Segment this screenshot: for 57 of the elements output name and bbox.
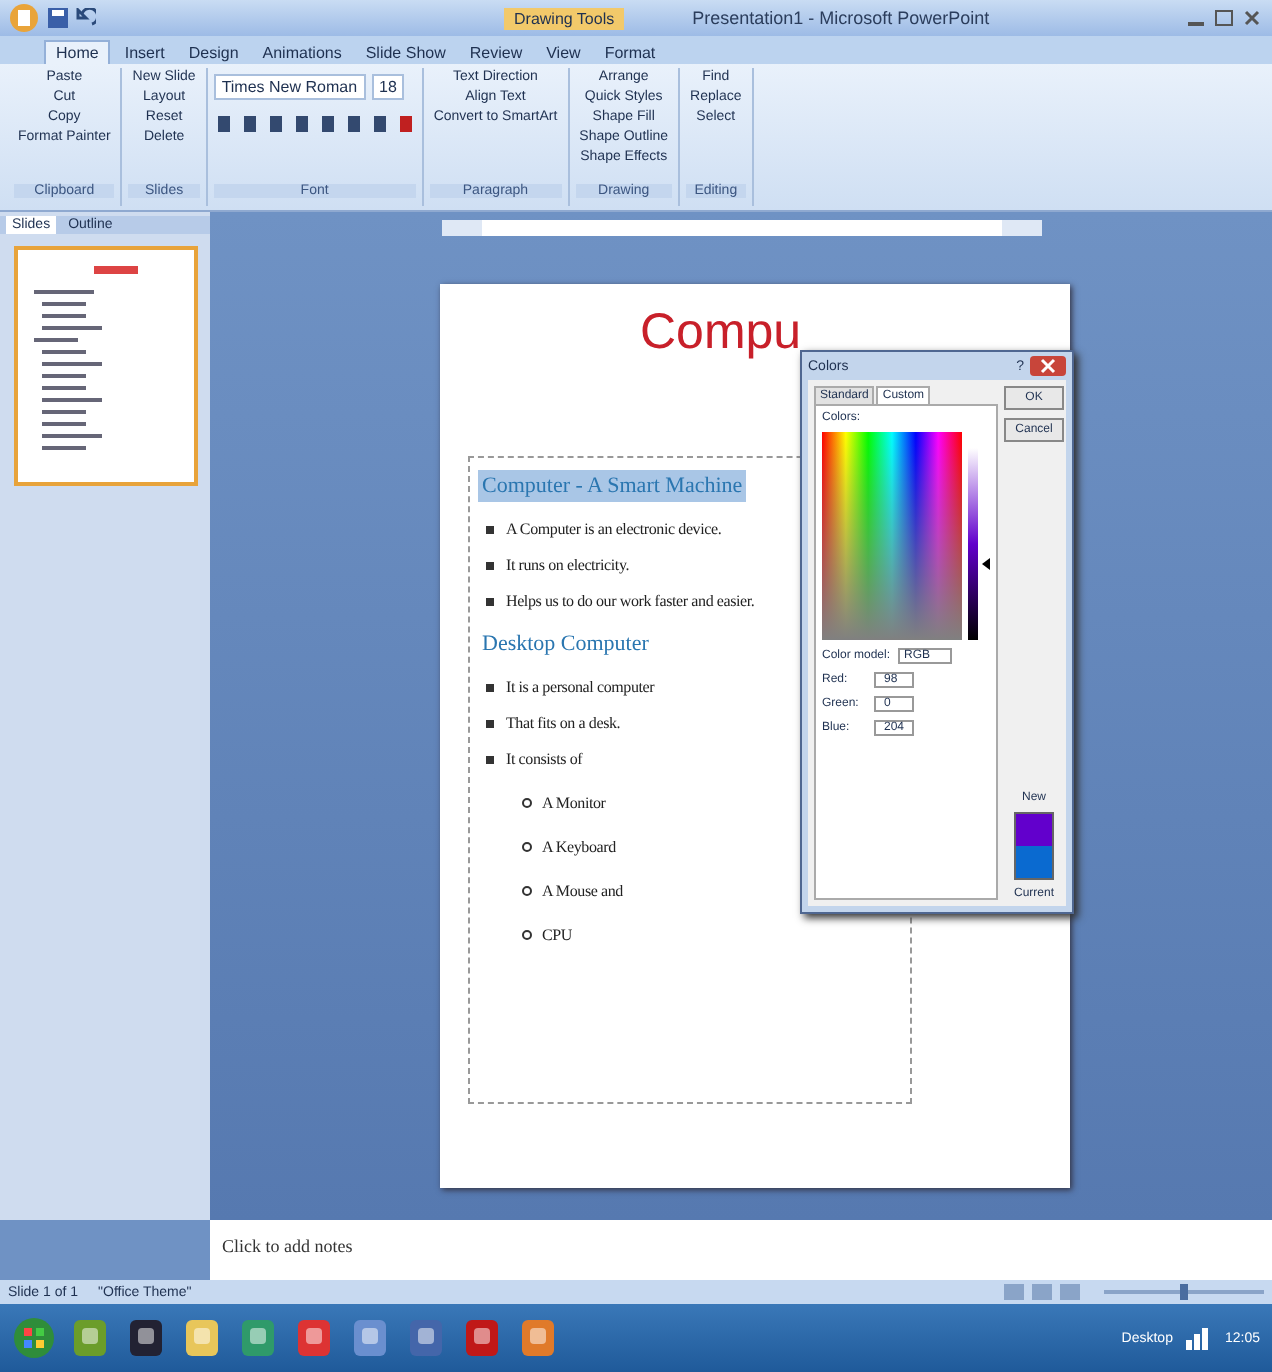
folder-icon[interactable] xyxy=(180,1316,224,1360)
ribbon-tab[interactable]: Review xyxy=(459,42,533,64)
notes-field[interactable]: Click to add notes xyxy=(210,1220,1272,1280)
app-icon[interactable] xyxy=(236,1316,280,1360)
slide-title: Compu xyxy=(640,304,802,362)
slide-heading: Computer - A Smart Machine xyxy=(478,470,747,502)
bullet-text: Helps us to do our work faster and easier. xyxy=(506,592,755,610)
save-icon[interactable] xyxy=(48,8,68,28)
document-icon[interactable] xyxy=(348,1316,392,1360)
bullet-text: A Keyboard xyxy=(542,838,616,856)
media-icon[interactable] xyxy=(124,1316,168,1360)
bullet-icon xyxy=(486,561,494,569)
bullet-text: A Mouse and xyxy=(542,882,623,900)
bullet-text: It is a personal computer xyxy=(506,678,655,696)
new-color-swatch xyxy=(1016,814,1052,846)
ribbon-tab[interactable]: Design xyxy=(178,42,249,64)
font-name-field[interactable]: Times New Roman xyxy=(213,74,366,100)
bullet-icon xyxy=(486,597,494,605)
close-icon[interactable] xyxy=(1030,356,1066,376)
office-logo-icon xyxy=(8,2,40,34)
browser-icon[interactable] xyxy=(292,1316,336,1360)
close-icon[interactable] xyxy=(1240,8,1264,28)
bullet-text: A Computer is an electronic device. xyxy=(506,520,722,538)
context-tab-label: Drawing Tools xyxy=(504,7,625,29)
bullet-icon xyxy=(522,886,532,896)
maximize-icon[interactable] xyxy=(1212,8,1236,28)
bullet-icon xyxy=(522,798,532,808)
ribbon-tab[interactable]: Insert xyxy=(114,42,175,64)
window-title: Presentation1 - Microsoft PowerPoint xyxy=(692,8,990,28)
bullet-icon xyxy=(522,930,532,940)
bullet-text: It consists of xyxy=(506,750,583,768)
bullet-text: That fits on a desk. xyxy=(506,714,621,732)
bullet-text: CPU xyxy=(542,926,572,944)
bullet-icon xyxy=(486,525,494,533)
bullet-icon xyxy=(486,719,494,727)
undo-icon[interactable] xyxy=(76,8,96,28)
ribbon-tab[interactable]: Slide Show xyxy=(355,42,456,64)
ribbon-tab[interactable]: Format xyxy=(594,42,666,64)
bullet-text: It runs on electricity. xyxy=(506,556,630,574)
app-icon[interactable] xyxy=(68,1316,112,1360)
slide-thumbnail-drawing[interactable] xyxy=(13,246,197,486)
app-icon[interactable] xyxy=(460,1316,504,1360)
document-icon[interactable] xyxy=(404,1316,448,1360)
network-icon[interactable] xyxy=(1184,1326,1213,1350)
ribbon-tab[interactable]: Home xyxy=(44,40,111,64)
bullet-icon xyxy=(522,842,532,852)
bullet-text: A Monitor xyxy=(542,794,606,812)
ribbon-tab[interactable]: Animations xyxy=(252,42,352,64)
start-icon[interactable] xyxy=(12,1316,56,1360)
current-color-swatch xyxy=(1016,846,1052,878)
font-size-field[interactable]: 18 xyxy=(371,74,405,100)
presentation-icon[interactable] xyxy=(516,1316,560,1360)
slide-heading: Desktop Computer xyxy=(480,630,651,660)
ribbon-tab[interactable]: View xyxy=(536,42,591,64)
slider-thumb[interactable] xyxy=(1180,1284,1188,1300)
bullet-icon xyxy=(486,755,494,763)
bullet-icon xyxy=(486,683,494,691)
